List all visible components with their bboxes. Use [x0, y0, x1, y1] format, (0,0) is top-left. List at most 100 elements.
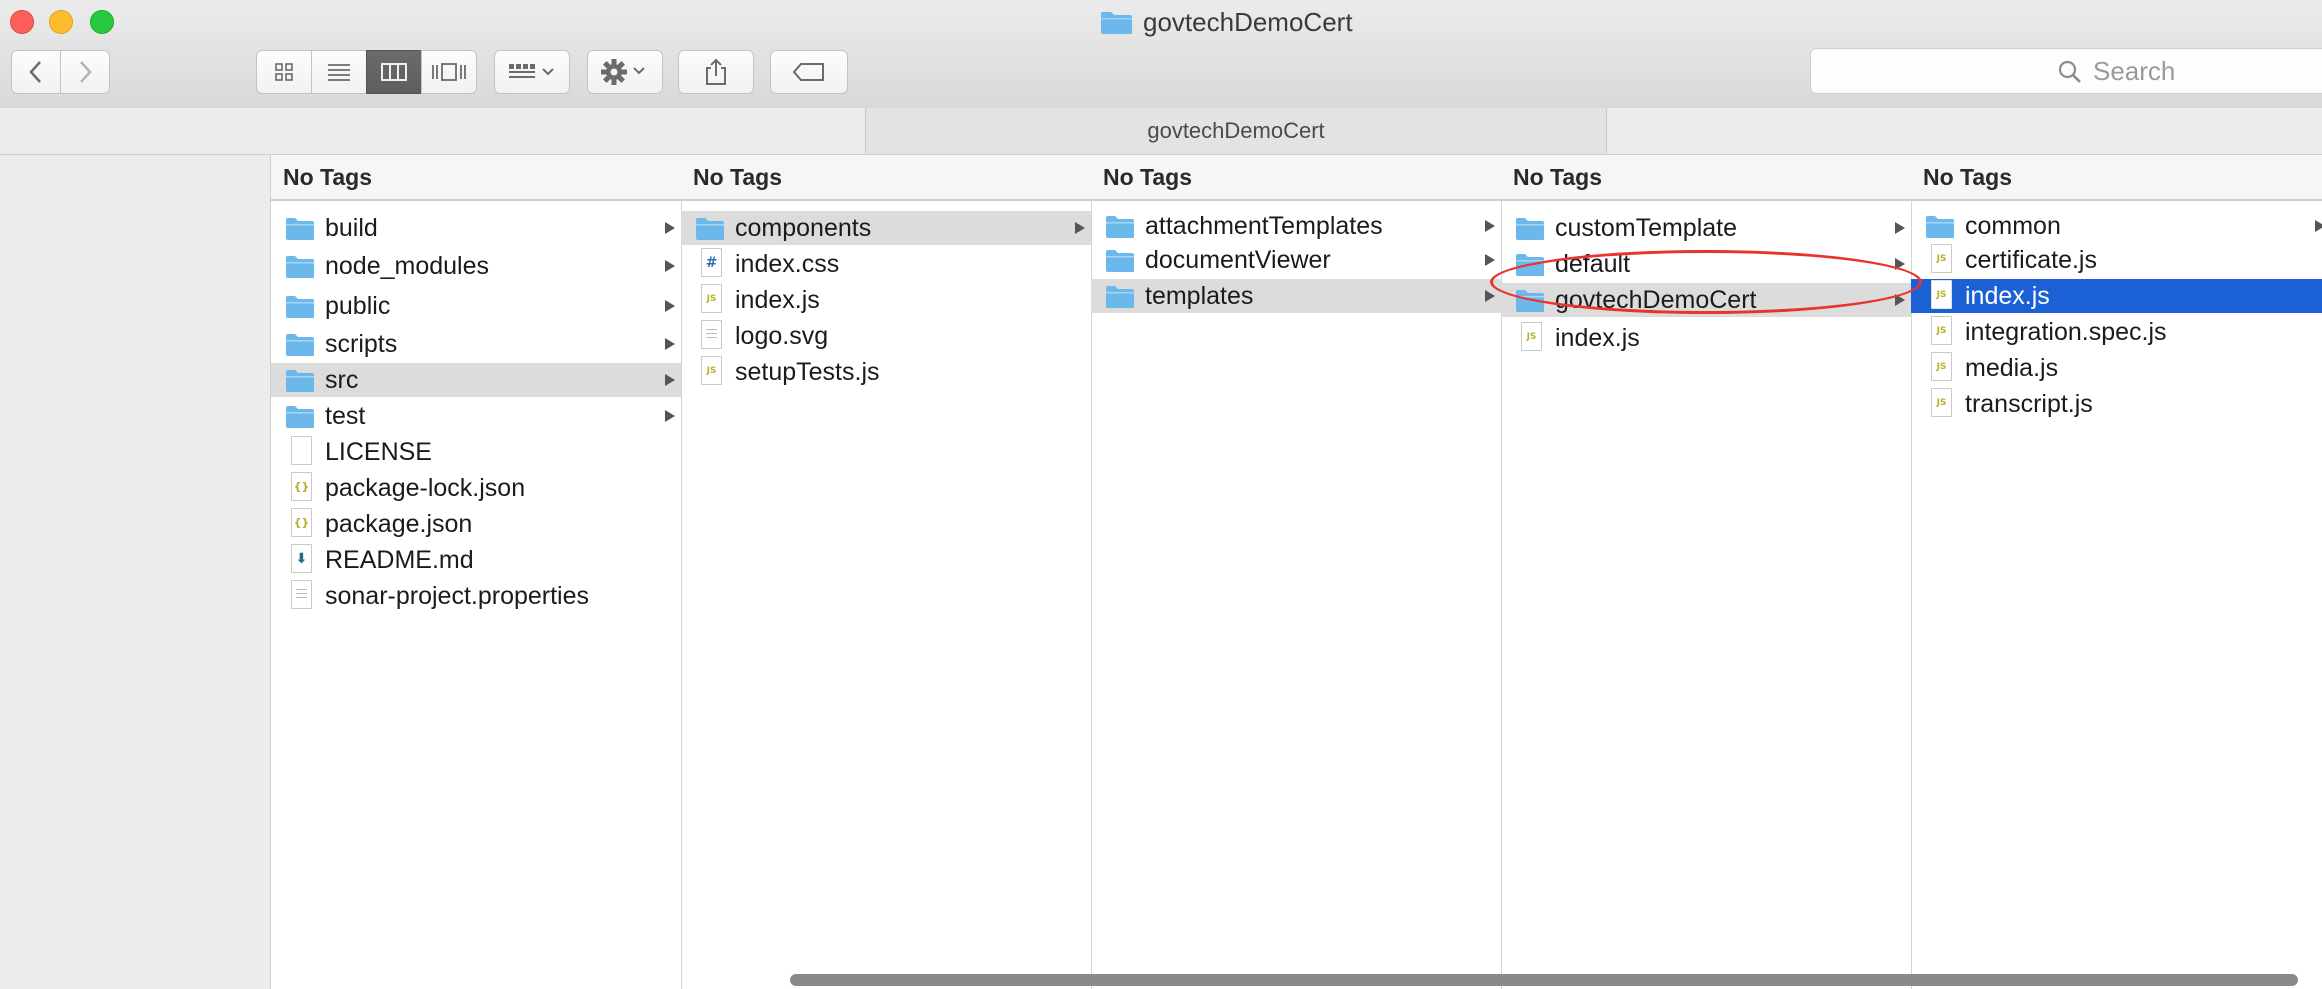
file-item[interactable]: {} package.json: [271, 507, 681, 541]
item-name: govtechDemoCert: [1555, 286, 1757, 314]
file-item[interactable]: JS certificate.js: [1911, 243, 2322, 277]
column-view-button[interactable]: [366, 50, 422, 94]
forward-button[interactable]: [60, 50, 110, 94]
document-icon: [291, 436, 312, 465]
file-item[interactable]: {} package-lock.json: [271, 471, 681, 505]
list-view-button[interactable]: [311, 50, 367, 94]
item-name: node_modules: [325, 252, 490, 280]
path-bar-label: govtechDemoCert: [1147, 118, 1325, 143]
file-item[interactable]: JS transcript.js: [1911, 387, 2322, 421]
file-item[interactable]: logo.svg: [681, 319, 1091, 353]
folder-item[interactable]: node_modules: [271, 249, 681, 283]
file-item[interactable]: JS index.js: [1911, 279, 2322, 313]
folder-icon: [1101, 11, 1132, 34]
folder-item[interactable]: customTemplate: [1501, 211, 1911, 245]
folder-item[interactable]: components: [681, 211, 1091, 245]
file-item[interactable]: ⬇ README.md: [271, 543, 681, 577]
column-1: No Tags build node_modulespublic scripts src…: [271, 155, 682, 989]
search-field[interactable]: [1810, 48, 2322, 94]
folder-item[interactable]: govtechDemoCert: [1501, 283, 1911, 317]
close-window-button[interactable]: [10, 10, 34, 34]
minimize-window-button[interactable]: [49, 10, 73, 34]
file-item[interactable]: LICENSE: [271, 435, 681, 469]
folder-icon: [286, 296, 314, 318]
folder-icon: [1106, 250, 1134, 272]
folder-item[interactable]: test: [271, 399, 681, 433]
column-header: No Tags: [1091, 155, 1501, 201]
item-name: transcript.js: [1965, 390, 2093, 418]
item-name: setupTests.js: [735, 358, 880, 386]
window-title-text: govtechDemoCert: [1143, 6, 1353, 37]
folder-item[interactable]: public: [271, 289, 681, 323]
folder-item[interactable]: common: [1911, 209, 2322, 243]
folder-icon: [286, 334, 314, 356]
css-file-icon: #: [701, 248, 722, 277]
column-3: No Tags attachmentTemplates documentViewer…: [1091, 155, 1502, 989]
js-file-icon: JS: [1931, 352, 1952, 381]
file-item[interactable]: JS media.js: [1911, 351, 2322, 385]
file-item[interactable]: JS index.js: [1501, 321, 1911, 355]
item-name: test: [325, 402, 366, 430]
group-by-button[interactable]: [494, 50, 570, 94]
window-title: govtechDemoCert: [1100, 4, 1353, 40]
item-name: package.json: [325, 510, 473, 538]
disclosure-arrow-icon: [1485, 254, 1495, 266]
share-button[interactable]: [678, 50, 754, 94]
gallery-view-button[interactable]: [421, 50, 477, 94]
folder-item[interactable]: scripts: [271, 327, 681, 361]
folder-item[interactable]: build: [271, 211, 681, 245]
disclosure-arrow-icon: [1895, 258, 1905, 270]
column-browser[interactable]: No Tags build node_modulespublic scripts src…: [270, 155, 2322, 989]
folder-icon: [1516, 254, 1544, 276]
item-name: templates: [1145, 282, 1254, 310]
folder-item[interactable]: attachmentTemplates: [1091, 209, 1501, 243]
group-by-icon: [509, 64, 554, 78]
folder-item[interactable]: src: [271, 363, 681, 397]
folder-icon: [1106, 216, 1134, 238]
item-name: integration.spec.js: [1965, 318, 2167, 346]
search-input[interactable]: [1811, 49, 2322, 93]
file-item[interactable]: JS integration.spec.js: [1911, 315, 2322, 349]
share-icon: [706, 58, 726, 85]
disclosure-arrow-icon: [1485, 290, 1495, 302]
edit-tags-button[interactable]: [770, 50, 848, 94]
folder-item[interactable]: documentViewer: [1091, 243, 1501, 277]
back-button[interactable]: [11, 50, 61, 94]
disclosure-arrow-icon: [665, 300, 675, 312]
item-name: attachmentTemplates: [1145, 212, 1383, 240]
item-name: index.js: [1555, 324, 1640, 352]
json-file-icon: {}: [291, 472, 312, 501]
js-file-icon: JS: [1931, 280, 1952, 309]
gear-icon: [601, 59, 645, 85]
folder-icon: [286, 406, 314, 428]
item-name: LICENSE: [325, 438, 432, 466]
file-item[interactable]: JS index.js: [681, 283, 1091, 317]
folder-icon: [286, 218, 314, 240]
zoom-window-button[interactable]: [90, 10, 114, 34]
item-name: common: [1965, 212, 2061, 240]
item-name: index.js: [1965, 282, 2050, 310]
folder-icon: [1106, 286, 1134, 308]
text-file-icon: [701, 320, 722, 349]
folder-item[interactable]: default: [1501, 247, 1911, 281]
column-2: No Tags components # index.css JS index.js log…: [681, 155, 1092, 989]
folder-item[interactable]: templates: [1091, 279, 1501, 313]
folder-icon: [1516, 290, 1544, 312]
file-item[interactable]: # index.css: [681, 247, 1091, 281]
js-file-icon: JS: [1521, 322, 1542, 351]
chevron-left-icon: [29, 61, 41, 83]
disclosure-arrow-icon: [2315, 220, 2322, 232]
column-header: No Tags: [271, 155, 681, 201]
item-name: components: [735, 214, 872, 242]
icon-view-button[interactable]: [256, 50, 312, 94]
horizontal-scrollbar[interactable]: [790, 974, 2298, 986]
disclosure-arrow-icon: [665, 338, 675, 350]
item-name: sonar-project.properties: [325, 582, 590, 610]
file-item[interactable]: JS setupTests.js: [681, 355, 1091, 389]
tag-icon: [792, 63, 824, 81]
file-item[interactable]: sonar-project.properties: [271, 579, 681, 613]
folder-icon: [286, 370, 314, 392]
action-menu-button[interactable]: [587, 50, 663, 94]
markdown-file-icon: ⬇: [291, 544, 312, 573]
disclosure-arrow-icon: [1075, 222, 1085, 234]
